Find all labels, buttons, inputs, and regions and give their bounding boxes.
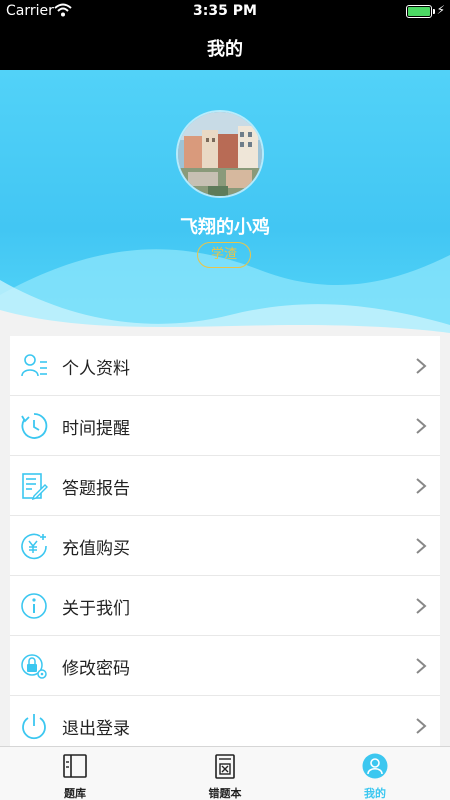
wrong-book-icon	[215, 754, 235, 779]
info-icon	[21, 593, 47, 619]
status-bar: Carrier 3:35 PM ⚡	[0, 0, 450, 24]
menu-item-label: 时间提醒	[62, 419, 130, 439]
person-list-icon	[21, 354, 47, 377]
tab-question-bank[interactable]: 题库	[0, 747, 150, 800]
menu-item-label: 充值购买	[62, 539, 130, 559]
chevron-right-icon	[416, 418, 427, 434]
username: 飞翔的小鸡	[180, 217, 270, 238]
menu-item-label: 答题报告	[62, 479, 130, 499]
tab-bar: 题库 错题本 我的	[0, 746, 450, 800]
menu-item-label: 修改密码	[62, 659, 130, 679]
chevron-right-icon	[416, 718, 427, 734]
chevron-right-icon	[416, 538, 427, 554]
menu-item-recharge[interactable]: 充值购买	[10, 516, 440, 576]
menu-item-profile[interactable]: 个人资料	[10, 336, 440, 396]
menu-item-about[interactable]: 关于我们	[10, 576, 440, 636]
page-title: 我的	[207, 39, 243, 60]
menu-item-report[interactable]: 答题报告	[10, 456, 440, 516]
menu-item-label: 退出登录	[62, 719, 130, 739]
clock-time: 3:35 PM	[193, 3, 257, 19]
book-icon	[63, 754, 87, 778]
menu-item-label: 个人资料	[62, 359, 130, 379]
tab-label: 题库	[64, 787, 86, 800]
chevron-right-icon	[416, 598, 427, 614]
menu-item-label: 关于我们	[62, 599, 130, 619]
avatar-image	[178, 112, 262, 196]
power-icon	[22, 714, 46, 740]
yen-coin-icon	[21, 533, 47, 560]
menu-item-change-password[interactable]: 修改密码	[10, 636, 440, 696]
chevron-right-icon	[416, 658, 427, 674]
report-icon	[22, 473, 48, 500]
tab-wrong-book[interactable]: 错题本	[150, 747, 300, 800]
tab-mine[interactable]: 我的	[300, 747, 450, 800]
tab-label: 错题本	[208, 787, 242, 800]
user-icon	[362, 753, 388, 779]
chevron-right-icon	[416, 478, 427, 494]
avatar[interactable]	[176, 110, 264, 198]
charging-icon: ⚡	[436, 3, 445, 17]
menu-item-reminder[interactable]: 时间提醒	[10, 396, 440, 456]
navigation-bar: 我的	[0, 24, 450, 70]
settings-menu: 个人资料 时间提醒 答题报告 充值购买 关于我们 修改密码 退出登录	[10, 336, 440, 756]
tab-label: 我的	[364, 787, 386, 800]
clock-icon	[21, 413, 48, 439]
level-badge: 学渣	[197, 242, 251, 268]
profile-header: 飞翔的小鸡 学渣	[0, 70, 450, 335]
chevron-right-icon	[416, 358, 427, 374]
battery-icon	[406, 5, 435, 18]
lock-gear-icon	[21, 654, 47, 679]
